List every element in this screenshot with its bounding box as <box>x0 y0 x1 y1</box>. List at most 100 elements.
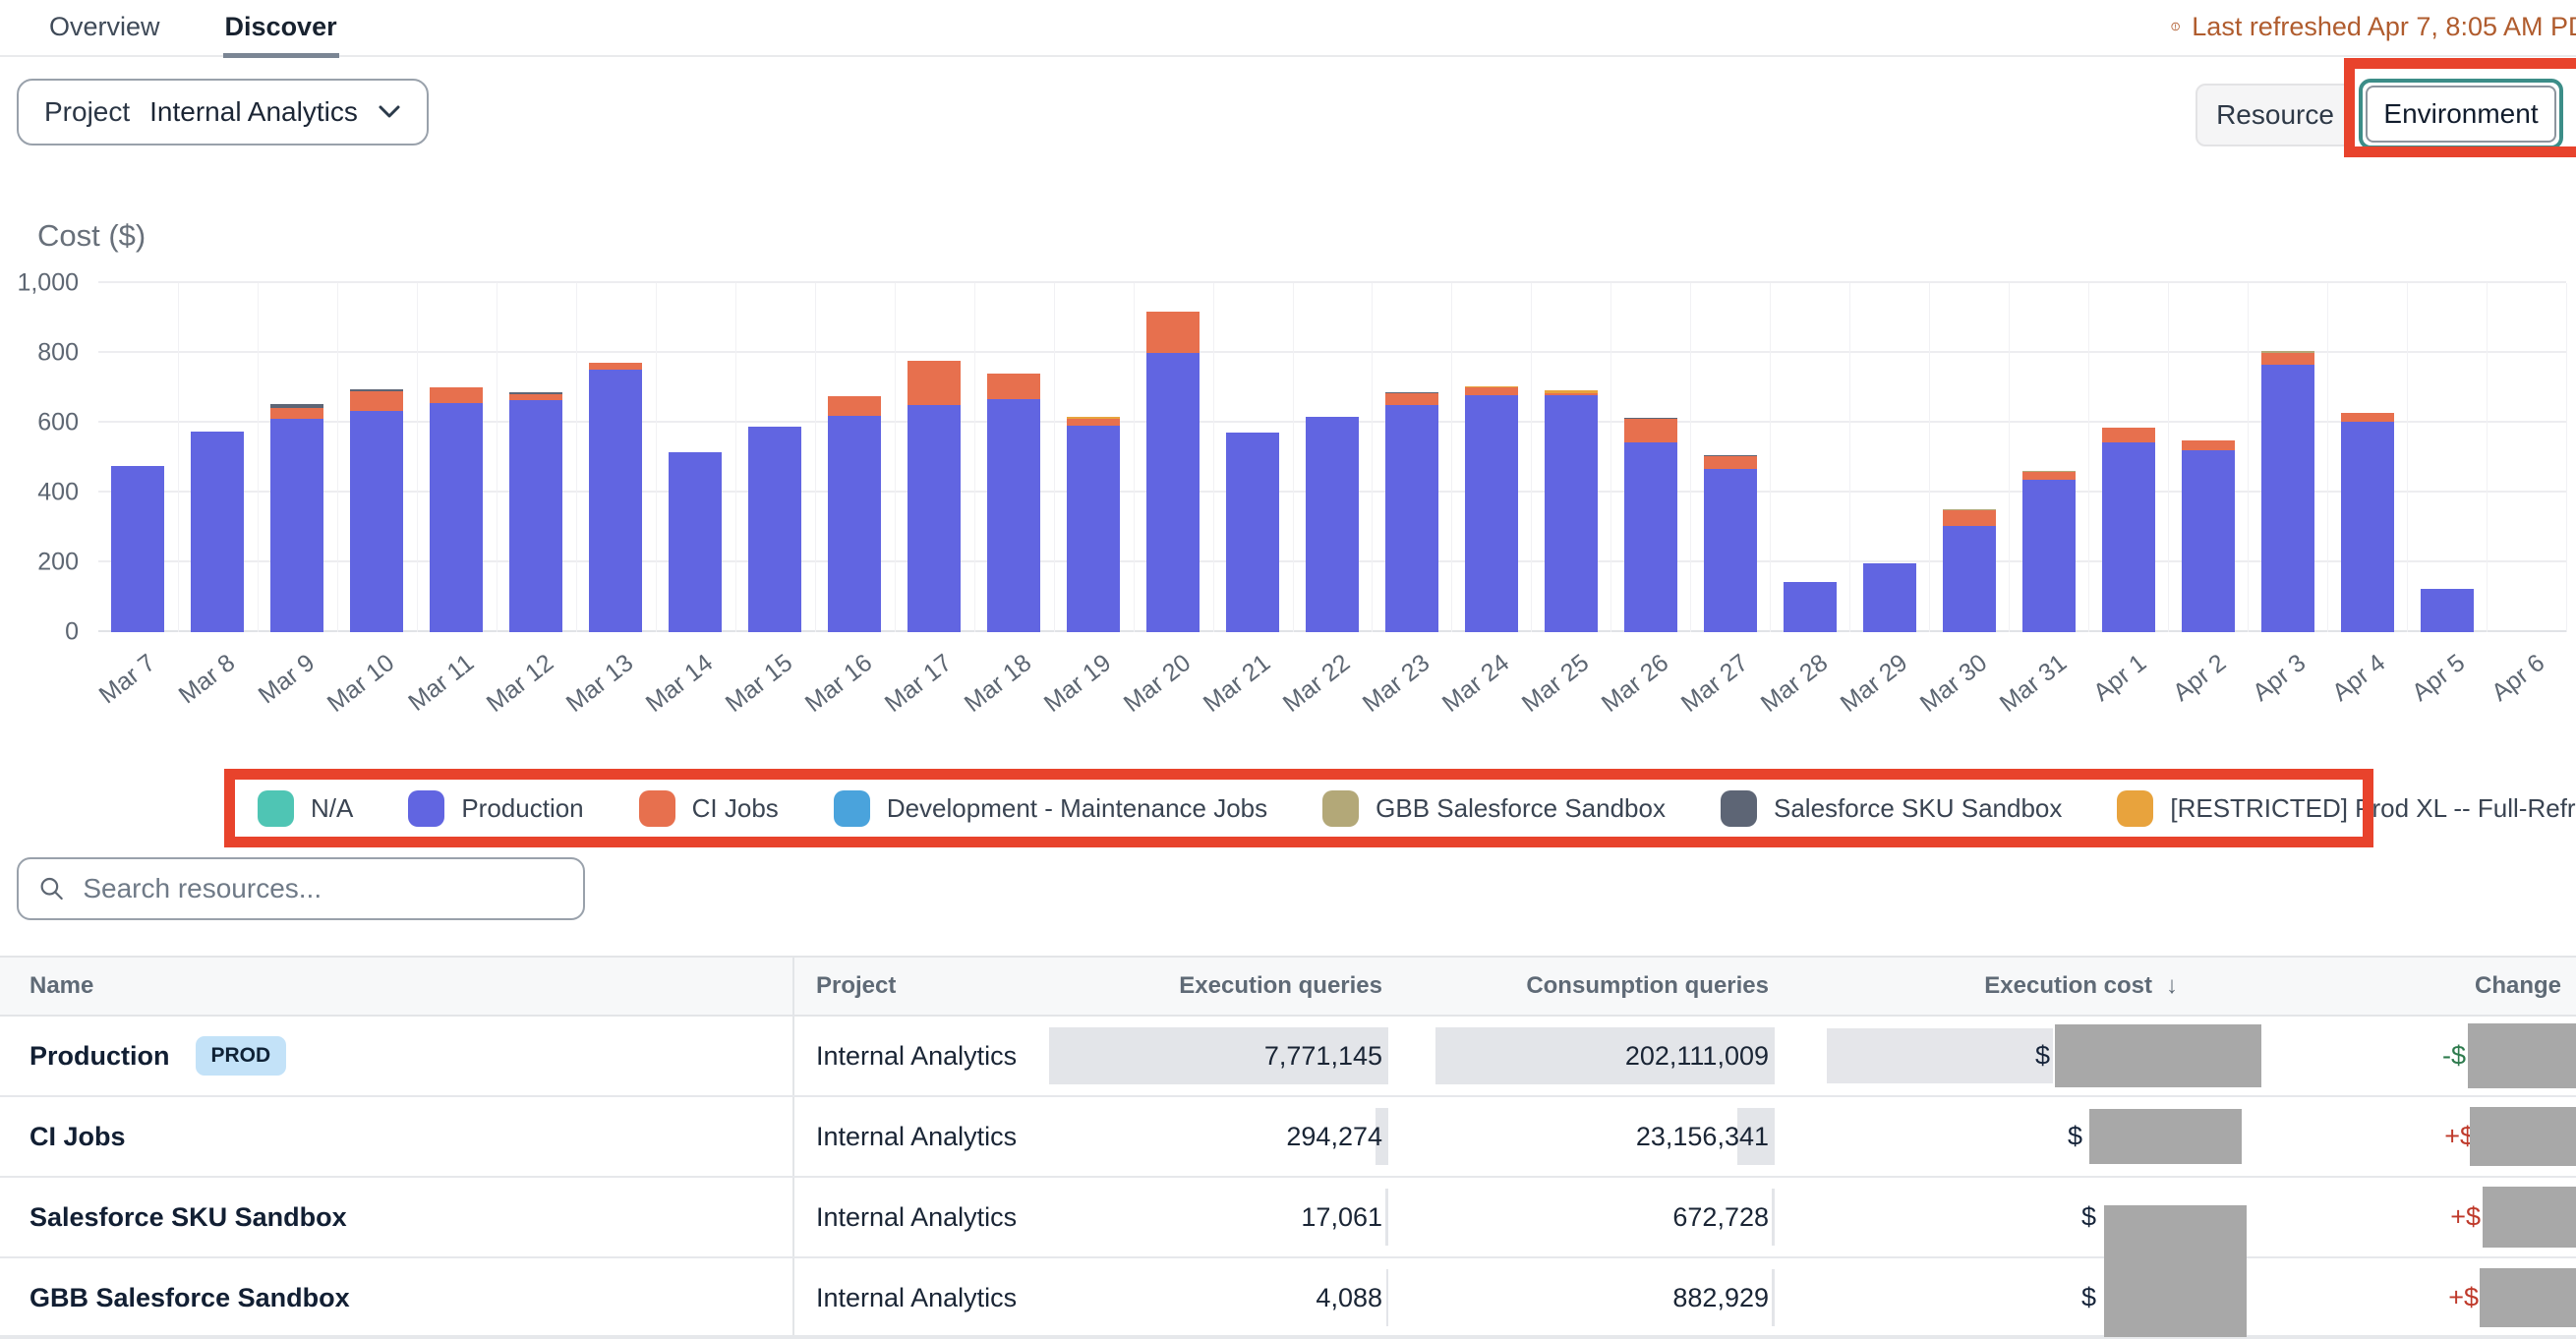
cell-change: +$ <box>2261 1258 2576 1337</box>
stacked-bar-mar-23[interactable] <box>1385 392 1438 632</box>
legend-label: Production <box>461 793 583 824</box>
dollar-sign: $ <box>2081 1202 2096 1233</box>
value-text: 882,929 <box>1672 1283 1769 1313</box>
stacked-bar-mar-21[interactable] <box>1226 433 1279 632</box>
cell-project: Internal Analytics <box>794 1258 1119 1337</box>
legend-item-production[interactable]: Production <box>408 790 583 827</box>
cell-name: ProductionPROD <box>0 1017 794 1095</box>
cell-name: GBB Salesforce Sandbox <box>0 1258 794 1337</box>
stacked-bar-mar-10[interactable] <box>350 389 403 632</box>
bar-segment <box>1226 433 1279 632</box>
bar-slot-mar-31 <box>2009 283 2088 632</box>
bar-slot-mar-7 <box>98 283 178 632</box>
bar-segment <box>1863 563 1916 632</box>
stacked-bar-mar-31[interactable] <box>2022 471 2076 632</box>
tab-discover[interactable]: Discover <box>223 0 339 58</box>
stacked-bar-mar-24[interactable] <box>1465 386 1518 632</box>
cell-name: CI Jobs <box>0 1097 794 1176</box>
bar-segment <box>907 361 961 405</box>
stacked-bar-mar-7[interactable] <box>111 466 164 632</box>
stacked-bar-mar-19[interactable] <box>1067 417 1120 632</box>
table-row[interactable]: GBB Salesforce Sandbox Internal Analytics… <box>0 1258 2576 1339</box>
redaction-box <box>2468 1023 2576 1088</box>
stacked-bar-mar-26[interactable] <box>1624 418 1677 632</box>
stacked-bar-apr-2[interactable] <box>2182 440 2235 632</box>
stacked-bar-mar-15[interactable] <box>748 427 801 632</box>
bar-slot-mar-19 <box>1054 283 1134 632</box>
resource-name[interactable]: GBB Salesforce Sandbox <box>29 1283 350 1313</box>
bar-slot-apr-6 <box>2487 283 2566 632</box>
bar-segment <box>2102 428 2155 442</box>
legend-swatch-icon <box>639 790 675 827</box>
magnifier-icon <box>38 874 65 903</box>
stacked-bar-mar-17[interactable] <box>907 361 961 632</box>
stacked-bar-mar-18[interactable] <box>987 374 1040 632</box>
column-header-consumption-queries[interactable]: Consumption queries <box>1388 958 1775 1015</box>
environment-button-focus-ring: Environment <box>2359 79 2563 149</box>
group-by-resource-button[interactable]: Resource <box>2195 84 2355 146</box>
stacked-bar-mar-11[interactable] <box>430 387 483 632</box>
stacked-bar-mar-13[interactable] <box>589 363 642 632</box>
resource-name[interactable]: CI Jobs <box>29 1122 126 1152</box>
stacked-bar-mar-12[interactable] <box>509 392 562 632</box>
stacked-bar-mar-16[interactable] <box>828 396 881 632</box>
project-filter-dropdown[interactable]: Project Internal Analytics <box>17 79 429 146</box>
column-header-change[interactable]: Change <box>2261 958 2576 1015</box>
stacked-bar-mar-30[interactable] <box>1943 509 1996 632</box>
legend-item-development-maintenance-jobs[interactable]: Development - Maintenance Jobs <box>834 790 1267 827</box>
cell-execution-queries: 294,274 <box>1119 1097 1388 1176</box>
stacked-bar-apr-4[interactable] <box>2341 413 2394 632</box>
stacked-bar-apr-3[interactable] <box>2261 351 2314 632</box>
resource-name[interactable]: Salesforce SKU Sandbox <box>29 1202 347 1233</box>
legend-item-gbb-salesforce-sandbox[interactable]: GBB Salesforce Sandbox <box>1322 790 1666 827</box>
stacked-bar-mar-28[interactable] <box>1784 582 1837 632</box>
chart-x-axis: Mar 7Mar 8Mar 9Mar 10Mar 11Mar 12Mar 13M… <box>98 639 2566 728</box>
search-input[interactable] <box>81 872 563 905</box>
legend-item-n-a[interactable]: N/A <box>258 790 353 827</box>
legend-item-ci-jobs[interactable]: CI Jobs <box>639 790 779 827</box>
table-row[interactable]: ProductionPRODInternal Analytics7,771,14… <box>0 1017 2576 1097</box>
stacked-bar-mar-29[interactable] <box>1863 563 1916 632</box>
stacked-bar-mar-9[interactable] <box>270 404 323 632</box>
legend-item-salesforce-sku-sandbox[interactable]: Salesforce SKU Sandbox <box>1721 790 2062 827</box>
stacked-bar-apr-5[interactable] <box>2421 589 2474 632</box>
stacked-bar-mar-22[interactable] <box>1306 417 1359 632</box>
bar-slot-mar-27 <box>1690 283 1770 632</box>
redaction-box <box>2470 1107 2576 1166</box>
last-refreshed-text: Last refreshed Apr 7, 8:05 AM PDT <box>2192 12 2576 42</box>
column-header-project[interactable]: Project <box>794 958 1119 1015</box>
stacked-bar-mar-27[interactable] <box>1704 455 1757 632</box>
value-text: 672,728 <box>1672 1202 1769 1233</box>
tab-overview[interactable]: Overview <box>47 0 162 58</box>
stacked-bar-mar-20[interactable] <box>1146 312 1200 632</box>
cell-change: -$ <box>2261 1017 2576 1095</box>
redaction-box <box>2483 1187 2576 1248</box>
stacked-bar-apr-1[interactable] <box>2102 428 2155 632</box>
bar-segment <box>430 403 483 632</box>
column-header-name[interactable]: Name <box>0 958 794 1015</box>
group-by-environment-button[interactable]: Environment <box>2366 86 2556 143</box>
bar-segment <box>1784 582 1837 632</box>
stacked-bar-mar-25[interactable] <box>1545 390 1598 632</box>
change-sign: -$ <box>2442 1041 2466 1072</box>
bar-segment <box>1704 469 1757 632</box>
cell-execution-queries: 17,061 <box>1119 1178 1388 1256</box>
stacked-bar-mar-14[interactable] <box>669 452 722 632</box>
bar-slot-mar-22 <box>1293 283 1373 632</box>
bar-slot-mar-13 <box>576 283 656 632</box>
resource-name[interactable]: Production <box>29 1041 170 1072</box>
bar-segment <box>1624 442 1677 632</box>
top-tab-bar: Overview Discover Last refreshed Apr 7, … <box>0 0 2576 57</box>
column-header-execution-cost[interactable]: Execution cost ↓ <box>1775 958 2261 1015</box>
bar-slot-mar-16 <box>815 283 895 632</box>
column-header-execution-queries[interactable]: Execution queries <box>1119 958 1388 1015</box>
bar-segment <box>1624 419 1677 442</box>
table-row[interactable]: CI JobsInternal Analytics294,27423,156,3… <box>0 1097 2576 1178</box>
last-refreshed-status: Last refreshed Apr 7, 8:05 AM PDT <box>2171 0 2576 53</box>
bar-segment <box>1943 510 1996 526</box>
y-tick-label: 1,000 <box>17 269 79 298</box>
bar-segment <box>1465 395 1518 632</box>
stacked-bar-mar-8[interactable] <box>191 432 244 632</box>
legend-item--restricted-prod-xl-full-refresh-jobs[interactable]: [RESTRICTED] Prod XL -- Full-Refresh job… <box>2117 790 2576 827</box>
y-tick-label: 400 <box>37 479 79 507</box>
